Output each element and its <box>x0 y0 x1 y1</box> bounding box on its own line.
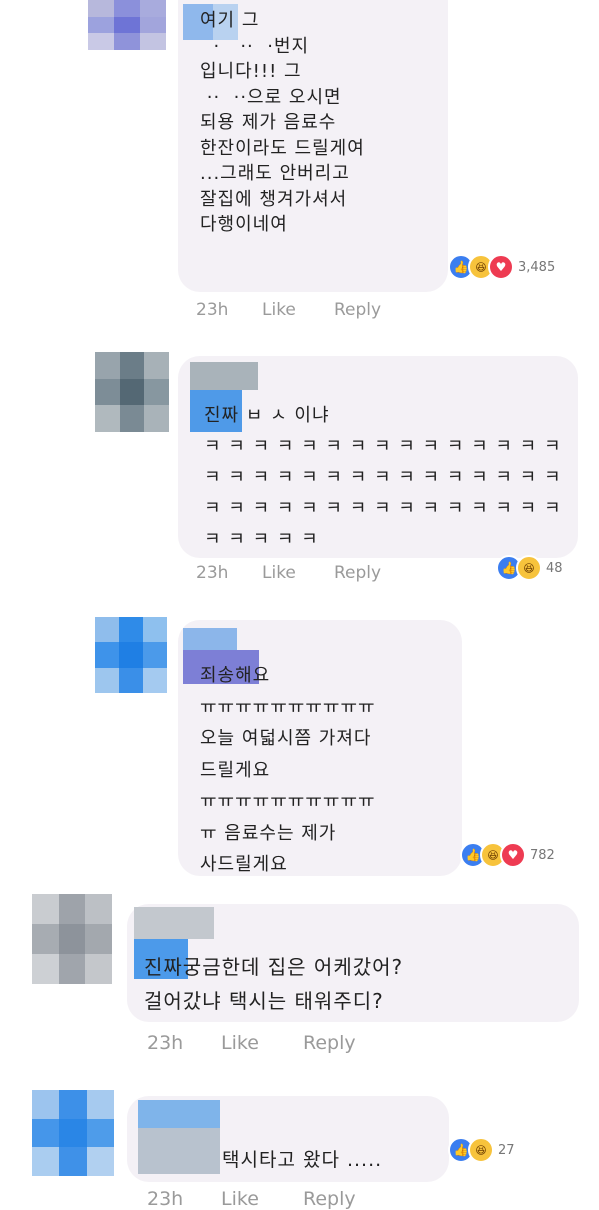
love-reaction-icon: ♥ <box>500 842 526 868</box>
avatar[interactable] <box>95 617 167 693</box>
comment-text: 택시타고 왔다 ..... <box>222 1149 383 1171</box>
reaction-count: 48 <box>546 560 563 576</box>
reaction-count: 3,485 <box>518 259 556 275</box>
avatar[interactable] <box>95 352 169 432</box>
reactions-summary[interactable]: 👍 😆 48 <box>496 555 563 581</box>
timestamp: 23h <box>147 1032 184 1054</box>
reactions-summary[interactable]: 👍 😆 ♥ 3,485 <box>448 254 555 280</box>
haha-reaction-icon: 😆 <box>516 555 542 581</box>
like-link[interactable]: Like <box>262 563 334 583</box>
reply-link[interactable]: Reply <box>303 1032 356 1054</box>
timestamp: 23h <box>196 563 229 583</box>
commenter-name[interactable] <box>138 1100 220 1174</box>
timestamp: 23h <box>147 1188 184 1210</box>
reactions-summary[interactable]: 👍 😆 ♥ 782 <box>460 842 555 868</box>
comment-actions: 23h Like Reply <box>147 1188 356 1210</box>
avatar[interactable] <box>88 0 166 50</box>
timestamp: 23h <box>196 300 229 320</box>
love-reaction-icon: ♥ <box>488 254 514 280</box>
reply-link[interactable]: Reply <box>303 1188 356 1210</box>
comment-text: 진짜궁금한데 집은 어케갔어? 걸어갔냐 택시는 태워주디? <box>144 955 404 1013</box>
reaction-count: 27 <box>498 1142 515 1158</box>
comment-actions: 23h Like Reply <box>196 300 381 320</box>
like-link[interactable]: Like <box>221 1188 303 1210</box>
avatar[interactable] <box>32 1090 114 1176</box>
reply-link[interactable]: Reply <box>334 300 381 320</box>
reaction-count: 782 <box>530 847 555 863</box>
comment-actions: 23h Like Reply <box>196 563 381 583</box>
comment-actions: 23h Like Reply <box>147 1032 356 1054</box>
like-link[interactable]: Like <box>221 1032 303 1054</box>
avatar[interactable] <box>32 894 112 984</box>
comment-text: 죄송해요 ㅠㅠㅠㅠㅠㅠㅠㅠㅠㅠ 오늘 여덟시쯤 가져다 드릴게요 ㅠㅠㅠㅠㅠㅠㅠ… <box>200 665 376 875</box>
comment-text: 여기 그 · ·· ·번지 입니다!!! 그 ·· ··으로 오시면 되용 제가… <box>200 10 365 235</box>
haha-reaction-icon: 😆 <box>468 1137 494 1163</box>
reactions-summary[interactable]: 👍 😆 27 <box>448 1137 515 1163</box>
reply-link[interactable]: Reply <box>334 563 381 583</box>
like-link[interactable]: Like <box>262 300 334 320</box>
comment-text: 진짜 ㅂ ㅅ 이냐 ㅋ ㅋ ㅋ ㅋ ㅋ ㅋ ㅋ ㅋ ㅋ ㅋ ㅋ ㅋ ㅋ ㅋ ㅋ … <box>204 405 562 550</box>
